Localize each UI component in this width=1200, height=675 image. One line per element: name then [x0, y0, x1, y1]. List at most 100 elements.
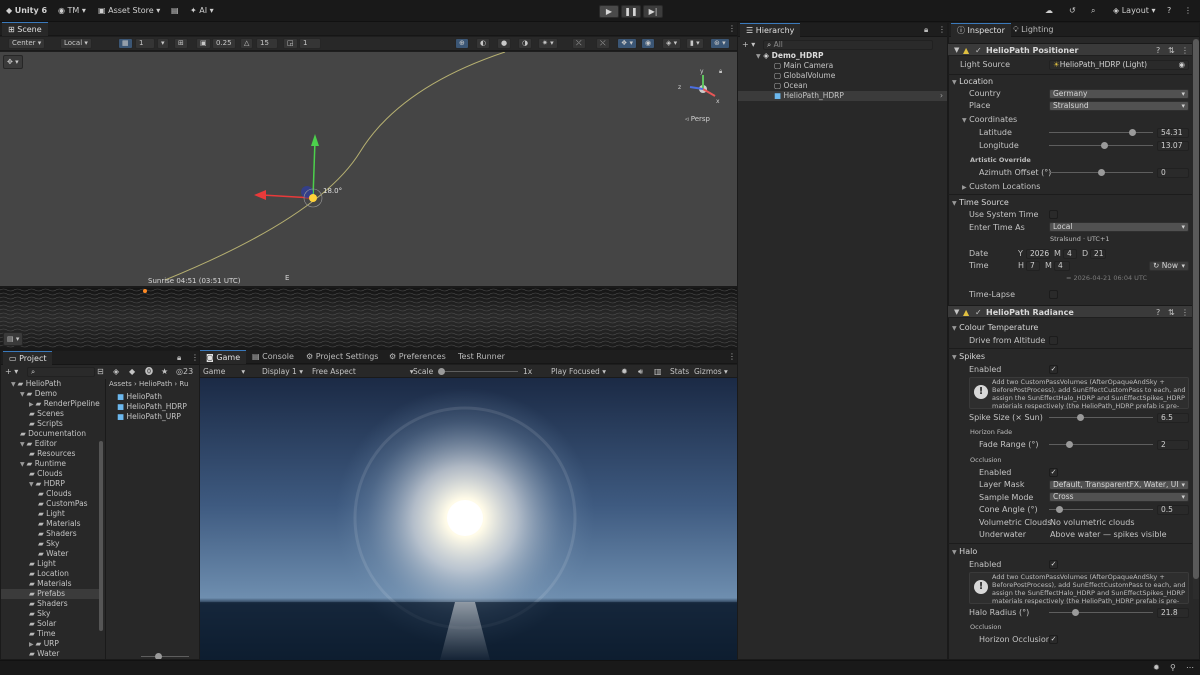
tree-scrollbar[interactable] [99, 441, 103, 631]
create-icon[interactable]: + ▾ [5, 366, 18, 377]
component-enabled-check[interactable]: ✓ [975, 307, 982, 318]
custom-locations-foldout[interactable]: ▶ Custom Locations [962, 181, 1040, 193]
scene-viewport[interactable]: ✥ ▾ y x z 🔒︎ ◃ Persp 18.0° Sunrise 04:51… [0, 52, 737, 348]
component-menu-icon[interactable]: ⋮ [1181, 45, 1189, 56]
ai-button[interactable]: ✦ AI ▾ [190, 0, 214, 22]
grid-count-field[interactable]: 1 [135, 38, 155, 49]
longitude-slider-knob[interactable] [1100, 142, 1108, 149]
inspector-scrollbar-thumb[interactable] [1193, 39, 1199, 579]
horizon-occlusion-checkbox[interactable]: ✓ [1049, 635, 1058, 644]
longitude-field[interactable]: 13.07 [1157, 141, 1189, 151]
folder-item[interactable]: ▰ Resources [1, 449, 99, 459]
bug-icon[interactable]: ✹ [1153, 662, 1160, 673]
tab-inspector[interactable]: ⓘ Inspector [951, 23, 1011, 37]
snap-value-field[interactable]: 0.25 [212, 38, 236, 49]
draw-mode-icon[interactable]: ✷ ▾ [538, 38, 558, 49]
globe-icon[interactable]: ⊕ [455, 38, 469, 49]
now-button[interactable]: ↻ Now [1149, 261, 1189, 271]
folder-item[interactable]: ▼ ▰ Editor [1, 439, 99, 449]
fold-arrow[interactable]: ▼ [954, 45, 959, 56]
spike-size-slider[interactable] [1049, 414, 1153, 421]
component-menu-icon[interactable]: ⋮ [1181, 307, 1189, 318]
drive-from-altitude-checkbox[interactable] [1049, 336, 1058, 345]
latitude-field[interactable]: 54.31 [1157, 128, 1189, 138]
halo-radius-slider[interactable] [1049, 609, 1153, 616]
folder-item[interactable]: ▰ Light [1, 559, 99, 569]
folder-item[interactable]: ▰ Materials [1, 579, 99, 589]
cone-angle-field[interactable]: 0.5 [1157, 505, 1189, 515]
tab-hierarchy[interactable]: ☰ Hierarchy [740, 23, 801, 37]
tab-console[interactable]: ▤ Console [246, 350, 300, 364]
warning-icon[interactable]: ⓿ [145, 366, 153, 377]
sample-mode-dropdown[interactable]: Cross [1049, 492, 1189, 502]
favorite-icon[interactable]: ★ [161, 366, 168, 377]
folder-item[interactable]: ▼ ▰ HDRP [1, 479, 99, 489]
gizmo-x-arrow[interactable] [254, 190, 266, 200]
cone-angle-knob[interactable] [1055, 506, 1063, 513]
package-icon[interactable]: ▤ [171, 0, 179, 22]
fold-arrow[interactable]: ▼ [954, 307, 959, 318]
hierarchy-item[interactable]: ▢ Ocean [774, 81, 807, 91]
preset-icon[interactable]: ⇅ [1168, 307, 1175, 318]
cone-angle-slider[interactable] [1049, 506, 1153, 513]
history-icon[interactable]: ↺ [1069, 0, 1076, 22]
tab-project-settings[interactable]: ⚙ Project Settings [300, 350, 384, 364]
camera-icon[interactable]: ▮ ▾ [686, 38, 704, 49]
breadcrumb-assets[interactable]: Assets [109, 380, 132, 388]
hierarchy-item[interactable]: ▢ Main Camera [774, 61, 833, 71]
sun-light-gizmo[interactable] [309, 194, 317, 202]
positioner-component-header[interactable]: ▼ ▲ ✓ HelioPath Positioner ? ⇅ ⋮ [948, 43, 1192, 56]
azimuth-field[interactable]: 0 [1157, 168, 1189, 178]
tab-project[interactable]: ▭ Project [3, 351, 53, 365]
day-field[interactable]: 21 [1090, 249, 1106, 259]
grid-icon[interactable]: ▦ [118, 38, 133, 49]
minute-field[interactable]: 4 [1054, 261, 1070, 271]
halo-radius-knob[interactable] [1071, 609, 1079, 616]
location-foldout[interactable]: ▼ Location [952, 76, 993, 88]
scale-value-field[interactable]: 1 [299, 38, 321, 49]
network-icon[interactable]: ⚲ [1170, 662, 1176, 673]
breadcrumb-runtime[interactable]: Ru [179, 380, 188, 388]
preset-icon[interactable]: ⇅ [1168, 45, 1175, 56]
component-enabled-check[interactable]: ✓ [975, 45, 982, 56]
scale-snap-icon[interactable]: ◲ [283, 38, 298, 49]
folder-item[interactable]: ▰ Prefabs [1, 589, 99, 599]
inspector-scrollbar[interactable] [1193, 39, 1199, 599]
stats-toggle-icon[interactable]: ▥ [654, 366, 662, 377]
halo-radius-field[interactable]: 21.8 [1157, 608, 1189, 618]
shading-lit-icon[interactable]: ◑ [518, 38, 533, 49]
lock-icon[interactable]: 🔒︎ [719, 66, 722, 77]
layout-dropdown[interactable]: ◈ Layout ▾ [1113, 0, 1155, 22]
tab-game[interactable]: ◙ Game [200, 350, 247, 364]
folder-item[interactable]: ▰ Solar [1, 619, 99, 629]
icon-size-knob[interactable] [155, 653, 162, 659]
hierarchy-root[interactable]: ▼ ◈ Demo_HDRP [756, 51, 823, 61]
persp-label[interactable]: ◃ Persp [685, 114, 710, 125]
breadcrumb-heliopath[interactable]: HelioPath [139, 380, 172, 388]
menu-icon[interactable]: ⋮ [1184, 0, 1192, 22]
halo-enabled-checkbox[interactable]: ✓ [1049, 560, 1058, 569]
account-button[interactable]: ◉ TM ▾ [58, 0, 86, 22]
stats-button[interactable]: Stats [670, 366, 689, 377]
scale-slider[interactable] [438, 368, 518, 375]
unity-menu[interactable]: ◆ Unity 6 [6, 0, 47, 22]
folder-item[interactable]: ▰ Clouds [1, 469, 99, 479]
radiance-component-header[interactable]: ▼ ▲ ✓ HelioPath Radiance ? ⇅ ⋮ [948, 305, 1192, 318]
folder-item[interactable]: ▰ Materials [1, 519, 99, 529]
project-search-input[interactable]: ⌕ [27, 367, 95, 377]
shading-solid-icon[interactable]: ● [497, 38, 512, 49]
year-field[interactable]: 2026 [1026, 249, 1050, 259]
month-field[interactable]: 4 [1063, 249, 1077, 259]
folder-item[interactable]: ▰ Light [1, 509, 99, 519]
time-lapse-checkbox[interactable] [1049, 290, 1058, 299]
fade-range-field[interactable]: 2 [1157, 440, 1189, 450]
filter-icon[interactable]: ⊟ [97, 366, 104, 377]
spike-size-knob[interactable] [1076, 414, 1084, 421]
hierarchy-item[interactable]: ▢ GlobalVolume [774, 71, 835, 81]
gizmos-icon[interactable]: ⊛ ▾ [710, 38, 730, 49]
pivot-toggle[interactable]: Center ▾ [8, 38, 46, 49]
longitude-slider[interactable] [1049, 142, 1153, 149]
layer-mask-dropdown[interactable]: Default, TransparentFX, Water, UI [1049, 480, 1189, 490]
progress-icon[interactable]: ⋯ [1186, 662, 1194, 673]
colour-temperature-foldout[interactable]: ▼ Colour Temperature [952, 322, 1038, 334]
